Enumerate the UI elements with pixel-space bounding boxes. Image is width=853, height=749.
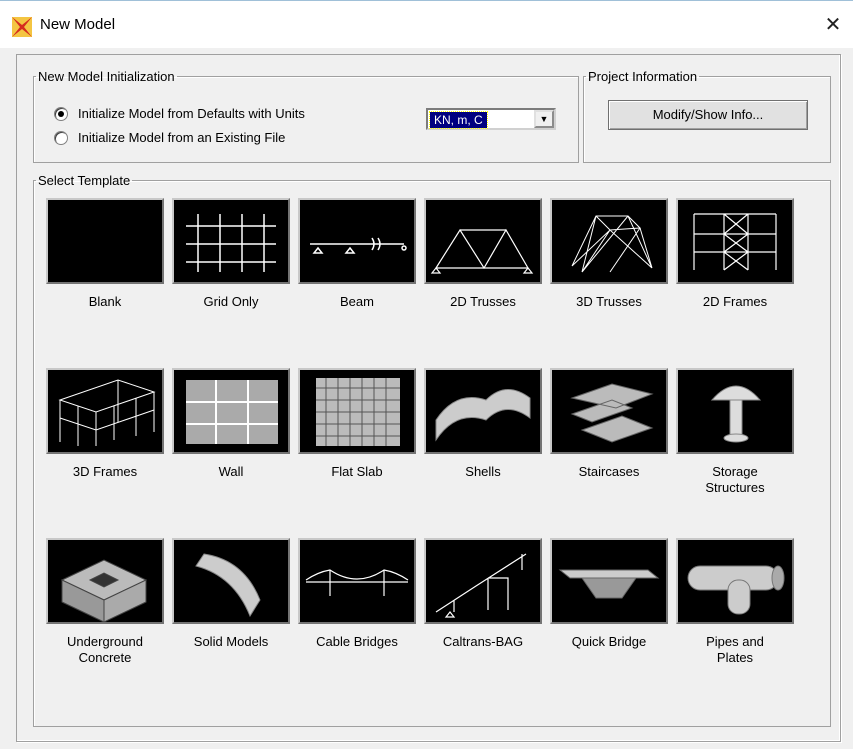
title-bar: New Model ✕: [0, 0, 853, 49]
underground-concrete-icon[interactable]: [46, 538, 164, 624]
template-tile[interactable]: Staircases: [550, 368, 668, 480]
project-group: Project Information Modify/Show Info...: [583, 69, 831, 163]
radio-defaults[interactable]: [54, 106, 68, 121]
pipes-plates-icon[interactable]: [676, 538, 794, 624]
radio-defaults-label: Initialize Model from Defaults with Unit…: [78, 106, 305, 121]
dialog-frame: New Model Initialization Initialize Mode…: [16, 54, 841, 742]
template-tile-label: Pipes and Plates: [706, 634, 764, 665]
modify-show-info-button[interactable]: Modify/Show Info...: [608, 100, 808, 130]
chevron-down-icon[interactable]: ▼: [534, 110, 554, 128]
template-tile-label: Flat Slab: [331, 464, 383, 479]
flat-slab-icon[interactable]: [298, 368, 416, 454]
wall-icon[interactable]: [172, 368, 290, 454]
template-tile-label: 3D Trusses: [576, 294, 642, 309]
radio-file-row[interactable]: Initialize Model from an Existing File: [54, 130, 285, 145]
template-tile[interactable]: Underground Concrete: [46, 538, 164, 666]
template-tile[interactable]: 3D Trusses: [550, 198, 668, 310]
dialog-body: New Model Initialization Initialize Mode…: [0, 48, 853, 749]
template-tile-label: Staircases: [578, 464, 640, 479]
3d-frame-icon[interactable]: [46, 368, 164, 454]
units-value: KN, m, C: [429, 111, 488, 129]
quick-bridge-icon[interactable]: [550, 538, 668, 624]
window-title: New Model: [40, 16, 116, 33]
template-tile-label: Blank: [88, 294, 122, 309]
app-logo-icon: [12, 17, 32, 37]
template-tile-label: Underground Concrete: [67, 634, 143, 665]
solid-model-icon[interactable]: [172, 538, 290, 624]
template-tile[interactable]: Blank: [46, 198, 164, 310]
template-tile-label: Caltrans-BAG: [442, 634, 524, 649]
template-tile[interactable]: Caltrans-BAG: [424, 538, 542, 650]
template-tile-label: 2D Trusses: [450, 294, 516, 309]
template-tile-label: Cable Bridges: [316, 634, 398, 649]
beam-icon[interactable]: [298, 198, 416, 284]
template-group: Select Template Blank Grid Only Beam 2D Tru…: [33, 173, 831, 727]
caltrans-bag-icon[interactable]: [424, 538, 542, 624]
template-tile-label: Grid Only: [203, 294, 259, 309]
init-group: New Model Initialization Initialize Mode…: [33, 69, 579, 163]
template-tile[interactable]: Shells: [424, 368, 542, 480]
2d-truss-icon[interactable]: [424, 198, 542, 284]
template-tile[interactable]: Beam: [298, 198, 416, 310]
template-tile[interactable]: 2D Frames: [676, 198, 794, 310]
template-tile[interactable]: Quick Bridge: [550, 538, 668, 650]
2d-frame-icon[interactable]: [676, 198, 794, 284]
template-tile[interactable]: Wall: [172, 368, 290, 480]
radio-defaults-row[interactable]: Initialize Model from Defaults with Unit…: [54, 106, 305, 121]
close-icon[interactable]: ✕: [813, 9, 853, 41]
template-tile[interactable]: Cable Bridges: [298, 538, 416, 650]
template-tile-label: Quick Bridge: [571, 634, 647, 649]
units-dropdown[interactable]: KN, m, C ▼: [426, 108, 556, 130]
template-tile-label: Storage Structures: [705, 464, 765, 495]
template-tile[interactable]: Flat Slab: [298, 368, 416, 480]
project-group-legend: Project Information: [588, 69, 698, 84]
template-tile[interactable]: 2D Trusses: [424, 198, 542, 310]
template-tile[interactable]: Grid Only: [172, 198, 290, 310]
blank-icon[interactable]: [46, 198, 164, 284]
template-tile-label: Solid Models: [193, 634, 269, 649]
grid-icon[interactable]: [172, 198, 290, 284]
storage-structure-icon[interactable]: [676, 368, 794, 454]
template-tile-label: 2D Frames: [702, 294, 768, 309]
template-group-legend: Select Template: [38, 173, 131, 188]
init-group-legend: New Model Initialization: [38, 69, 175, 84]
cable-bridge-icon[interactable]: [298, 538, 416, 624]
template-tile[interactable]: 3D Frames: [46, 368, 164, 480]
template-tile[interactable]: Storage Structures: [676, 368, 794, 496]
template-tile[interactable]: Solid Models: [172, 538, 290, 650]
template-tile-label: 3D Frames: [72, 464, 138, 479]
radio-file-label: Initialize Model from an Existing File: [78, 130, 286, 145]
template-tile[interactable]: Pipes and Plates: [676, 538, 794, 666]
shells-icon[interactable]: [424, 368, 542, 454]
template-tile-label: Beam: [340, 294, 374, 309]
3d-truss-icon[interactable]: [550, 198, 668, 284]
template-tile-label: Shells: [465, 464, 501, 479]
template-tile-label: Wall: [218, 464, 244, 479]
radio-file[interactable]: [54, 130, 68, 145]
staircase-icon[interactable]: [550, 368, 668, 454]
